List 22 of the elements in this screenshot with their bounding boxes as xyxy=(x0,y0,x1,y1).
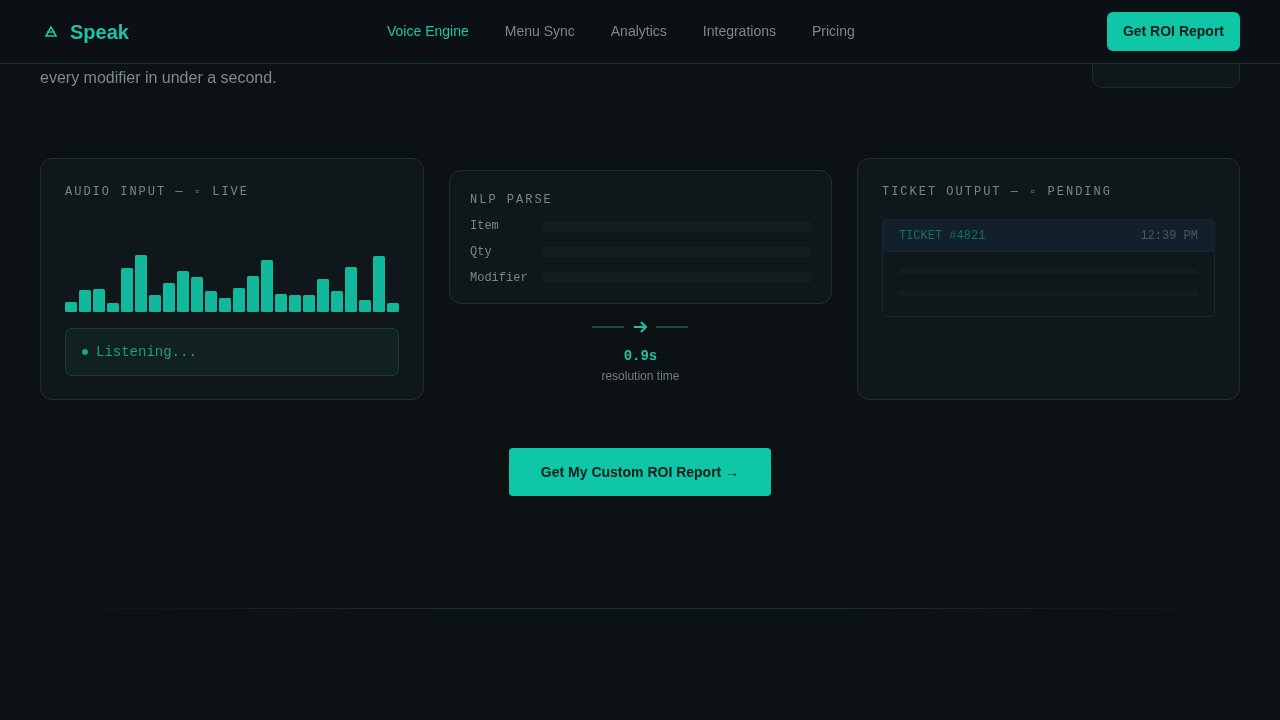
panel-title: NLP PARSE xyxy=(470,192,554,209)
brand-name: Speak xyxy=(70,19,129,45)
field-label: Item xyxy=(470,218,500,235)
field-label: Modifier xyxy=(470,270,529,287)
status-dot-icon xyxy=(82,349,88,355)
nav-link[interactable]: Analytics xyxy=(610,21,667,42)
field-label: Qty xyxy=(470,244,493,261)
nav-link[interactable]: Integrations xyxy=(702,21,776,42)
panel-title: AUDIO INPUT — ▫ LIVE xyxy=(65,184,251,201)
logo-icon xyxy=(44,25,58,38)
status-text: Listening... xyxy=(96,342,197,362)
resolution-value: 0.9s xyxy=(622,347,659,366)
nav-link[interactable]: Voice Engine xyxy=(387,21,469,42)
resolution-caption: resolution time xyxy=(600,368,681,385)
ticket-time: 12:39 PM xyxy=(1140,227,1198,245)
nav-link[interactable]: Pricing xyxy=(812,21,855,42)
ticket-number: TICKET #4821 xyxy=(898,227,986,245)
get-report-button[interactable]: Get ROI Report xyxy=(1106,12,1240,51)
roi-report-button[interactable]: Get My Custom ROI Report → xyxy=(509,448,771,496)
nav-link[interactable]: Menu Sync xyxy=(504,21,575,42)
panel-title: TICKET OUTPUT — ▫ PENDING xyxy=(881,184,1113,201)
hero-text: every modifier in under a second. xyxy=(40,68,277,88)
